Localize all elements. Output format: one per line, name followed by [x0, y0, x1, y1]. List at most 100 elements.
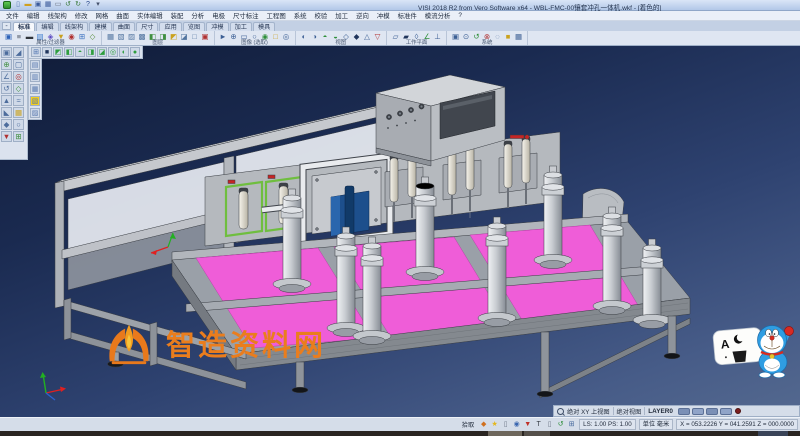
view-toolbar-icon[interactable]: ◐ [119, 47, 129, 57]
status-icon[interactable]: ▯ [545, 420, 554, 429]
view-toolbar-icon[interactable]: ◩ [53, 47, 63, 57]
layer-swatch[interactable] [720, 408, 732, 415]
view-toolbar-icon[interactable]: ⊞ [31, 47, 41, 57]
left-tool-icon[interactable]: ▦ [13, 107, 24, 118]
taskbar-segment[interactable] [488, 431, 522, 436]
left-tool-icon[interactable]: ◇ [13, 83, 24, 94]
left-tool-icon[interactable]: ⊞ [13, 131, 24, 142]
toolbar-tab[interactable]: 编辑 [36, 22, 58, 31]
menu-item[interactable]: 电极 [208, 11, 229, 20]
status-icon[interactable]: ⊞ [567, 420, 576, 429]
ribbon-icon[interactable]: ⊕ [229, 32, 238, 41]
ribbon-icon[interactable]: ▣ [201, 32, 210, 41]
view-toolbar-icon[interactable]: ◎ [108, 47, 118, 57]
ribbon-icon[interactable]: ▽ [373, 32, 382, 41]
ribbon-icon[interactable]: ⊞ [78, 32, 87, 41]
mini-tool-icon[interactable]: ▤ [30, 60, 40, 70]
ribbon-icon[interactable]: ► [219, 32, 228, 41]
status-icon[interactable]: ↺ [556, 420, 565, 429]
menu-item[interactable]: 加工 [331, 11, 352, 20]
ribbon-icon[interactable]: ≡ [15, 32, 24, 41]
menu-item[interactable]: 编辑 [23, 11, 44, 20]
left-tool-icon[interactable]: ◆ [1, 119, 12, 130]
menu-item[interactable]: 工程图 [263, 11, 290, 20]
layer-swatch[interactable] [692, 408, 704, 415]
view-toolbar-icon[interactable]: ● [130, 47, 140, 57]
view-toolbar-icon[interactable]: ■ [42, 47, 52, 57]
ribbon-icon[interactable]: ◉ [67, 32, 76, 41]
ribbon-icon[interactable]: ▦ [106, 32, 115, 41]
left-tool-icon[interactable]: ≈ [13, 95, 24, 106]
menu-item[interactable]: 逆向 [352, 11, 373, 20]
ribbon-icon[interactable]: ⊙ [462, 32, 471, 41]
toolbar-tab[interactable]: 建模 [89, 22, 111, 31]
menu-item[interactable]: ? [454, 12, 466, 19]
menu-item[interactable]: 文件 [2, 11, 23, 20]
menu-item[interactable]: 标准件 [394, 11, 421, 20]
toolbar-tab[interactable]: 览图 [183, 22, 205, 31]
ribbon-icon[interactable]: ◇ [88, 32, 97, 41]
toolbar-tab[interactable]: 冲模 [206, 22, 228, 31]
ribbon-icon[interactable]: ▣ [451, 32, 460, 41]
menu-item[interactable]: 装配 [167, 11, 188, 20]
toolbar-tab[interactable]: 标准 [13, 22, 35, 31]
qat-icon[interactable]: ▬ [24, 1, 32, 9]
layer-swatch[interactable] [706, 408, 718, 415]
left-tool-icon[interactable]: ∠ [1, 71, 12, 82]
menu-item[interactable]: 实体编辑 [133, 11, 167, 20]
status-icon[interactable]: ★ [490, 420, 499, 429]
left-tool-icon[interactable]: ◣ [1, 107, 12, 118]
left-tool-icon[interactable]: ◎ [13, 71, 24, 82]
units-info[interactable]: 单位 毫米 [639, 419, 673, 430]
ribbon-icon[interactable]: ◌ [493, 32, 502, 41]
layer-swatch[interactable] [678, 408, 690, 415]
left-tool-icon[interactable]: ↺ [1, 83, 12, 94]
mini-tool-icon[interactable]: ▧ [30, 96, 40, 106]
qat-icon[interactable]: ↺ [64, 1, 72, 9]
cpl-label[interactable]: 绝对视图 [617, 407, 642, 416]
menu-item[interactable]: 模流分析 [421, 11, 455, 20]
left-tool-icon[interactable]: ▣ [1, 47, 12, 58]
ribbon-icon[interactable]: ▬ [25, 32, 34, 41]
mini-tool-icon[interactable]: ▨ [30, 108, 40, 118]
status-icon[interactable]: ▯ [501, 420, 510, 429]
status-icon[interactable]: T [534, 420, 543, 429]
ribbon-icon[interactable]: ■ [504, 32, 513, 41]
ribbon-icon[interactable]: ◩ [169, 32, 178, 41]
ribbon-icon[interactable]: ▦ [514, 32, 523, 41]
menu-item[interactable]: 分析 [187, 11, 208, 20]
view-toolbar-icon[interactable]: ◪ [97, 47, 107, 57]
taskbar-segment[interactable] [524, 431, 550, 436]
ribbon-icon[interactable]: ▨ [127, 32, 136, 41]
qat-icon[interactable]: ↻ [74, 1, 82, 9]
ribbon-icon[interactable]: ▩ [138, 32, 147, 41]
ribbon-icon[interactable]: ▱ [391, 32, 400, 41]
ribbon-icon[interactable]: ◆ [352, 32, 361, 41]
menu-item[interactable]: 网格 [92, 11, 113, 20]
toolbar-tab[interactable]: 应用 [159, 22, 181, 31]
toolbar-tab[interactable]: 曲面 [113, 22, 135, 31]
left-tool-icon[interactable]: ○ [13, 119, 24, 130]
ribbon-icon[interactable]: ◑ [310, 32, 319, 41]
left-tool-icon[interactable]: ▲ [1, 95, 12, 106]
qat-icon[interactable]: ▯ [14, 1, 22, 9]
view-mode-label[interactable]: 绝对 XY 上视图 [567, 407, 610, 416]
left-tool-icon[interactable]: ◢ [13, 47, 24, 58]
menu-item[interactable]: 修改 [71, 11, 92, 20]
windows-taskbar[interactable] [0, 431, 800, 436]
ribbon-icon[interactable]: ▣ [4, 32, 13, 41]
viewport-3d[interactable]: ⊞■◩◧◓◨◪◎◐● ▣◢⊕▢∠◎↺◇▲≈◣▦◆○▼⊞ ▤▥▦▧▨ 智造资料网 [0, 46, 800, 417]
toolbar-tab[interactable]: 尺寸 [136, 22, 158, 31]
view-toolbar-icon[interactable]: ◨ [86, 47, 96, 57]
ribbon-icon[interactable]: ◎ [282, 32, 291, 41]
ribbon-icon[interactable]: □ [271, 32, 280, 41]
taskbar-segment[interactable] [758, 431, 788, 436]
menu-item[interactable]: 冲模 [373, 11, 394, 20]
ribbon-icon[interactable]: ◪ [180, 32, 189, 41]
qat-icon[interactable]: ▭ [54, 1, 62, 9]
status-icon[interactable]: ▼ [523, 420, 532, 429]
menu-item[interactable]: 校验 [311, 11, 332, 20]
left-tool-icon[interactable]: ▼ [1, 131, 12, 142]
status-icon[interactable]: ◉ [512, 420, 521, 429]
layer-label[interactable]: LAYER0 [648, 408, 673, 415]
